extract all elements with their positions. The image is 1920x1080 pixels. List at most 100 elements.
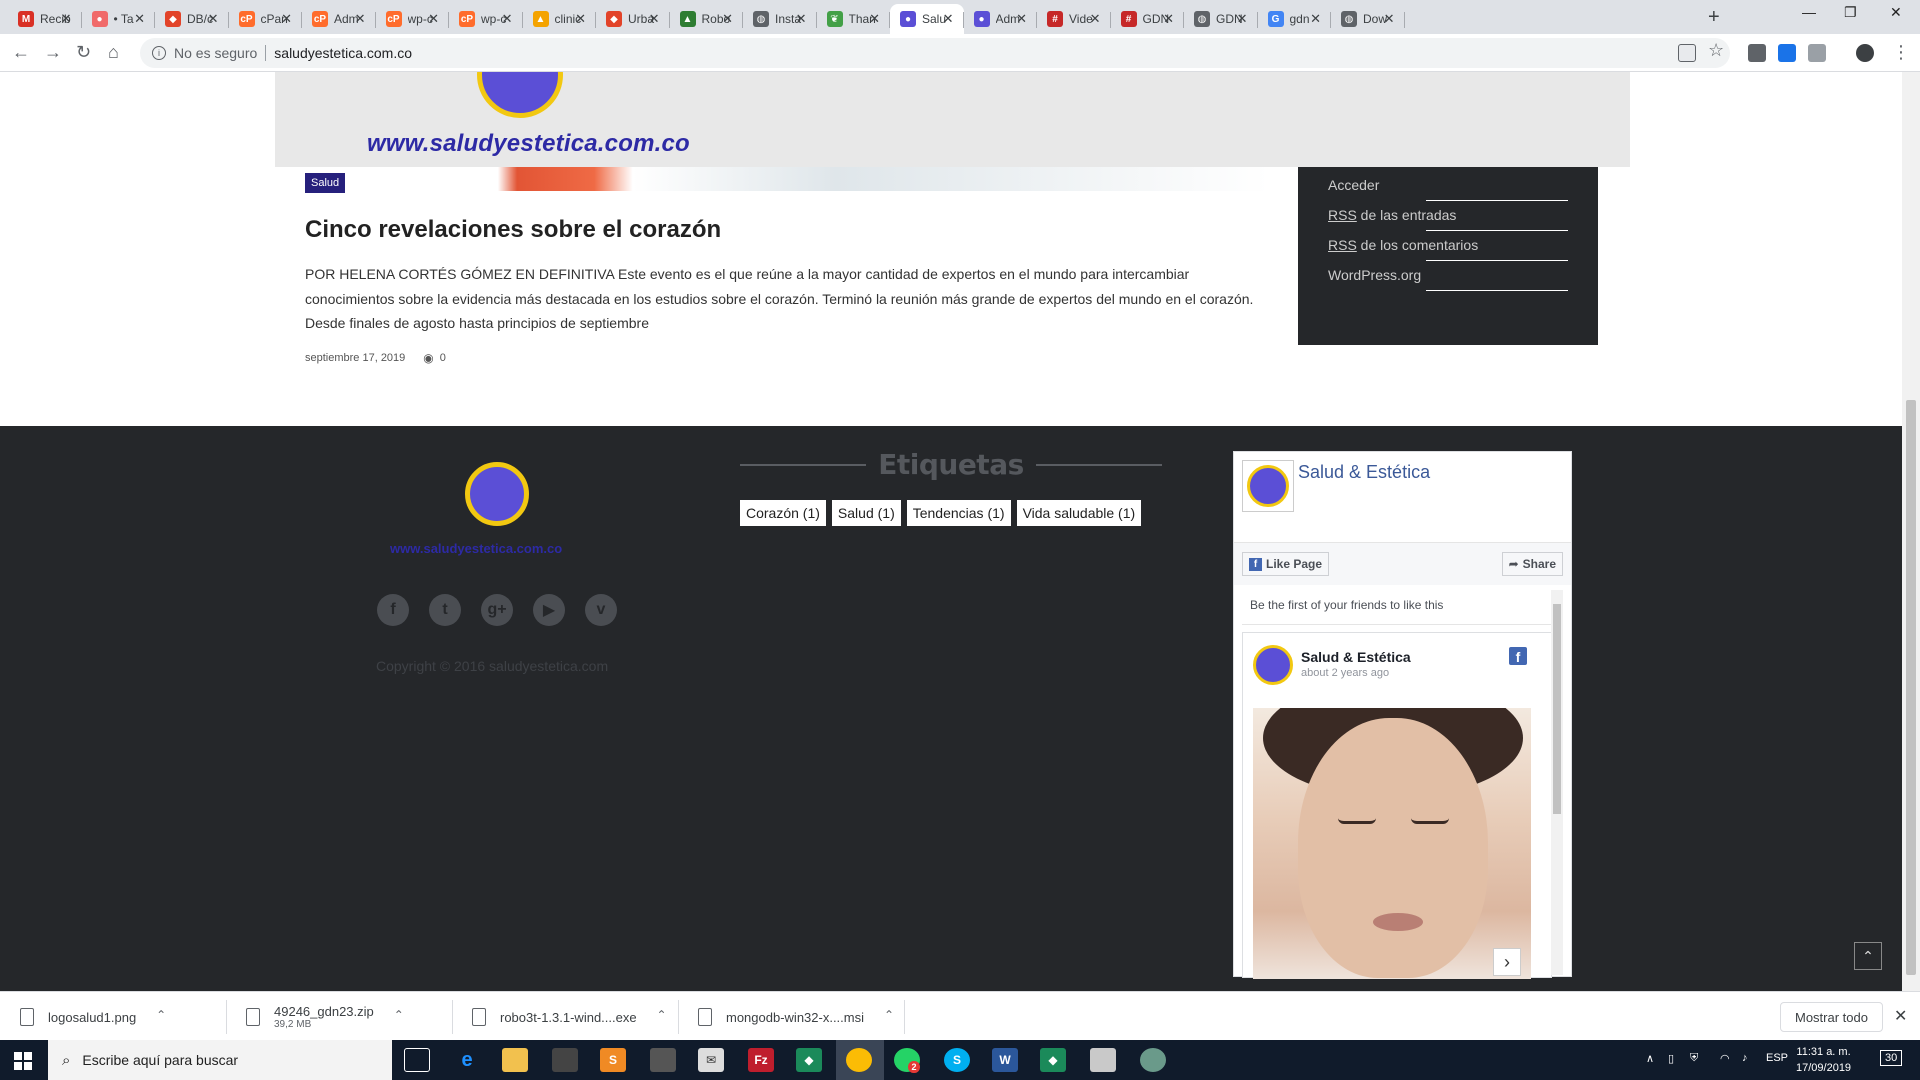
new-tab-button[interactable]: + bbox=[1708, 6, 1720, 29]
browser-tab[interactable]: ◆ Urba ✕ bbox=[596, 4, 670, 34]
translate-icon[interactable] bbox=[1678, 44, 1696, 62]
close-tab-icon[interactable]: ✕ bbox=[281, 11, 292, 27]
browser-tab[interactable]: # Vide ✕ bbox=[1037, 4, 1111, 34]
browser-tab[interactable]: M Recib ✕ bbox=[8, 4, 82, 34]
close-tab-icon[interactable]: ✕ bbox=[869, 11, 880, 27]
footer-logo-url[interactable]: www.saludyestetica.com.co bbox=[390, 541, 562, 556]
close-tab-icon[interactable]: ✕ bbox=[722, 11, 733, 27]
info-icon[interactable]: i bbox=[152, 46, 166, 60]
fb-post-photo[interactable]: › bbox=[1253, 708, 1531, 979]
browser-tab[interactable]: ▲ clinic ✕ bbox=[523, 4, 596, 34]
article-featured-image[interactable] bbox=[305, 167, 1269, 191]
article-title[interactable]: Cinco revelaciones sobre el corazón bbox=[305, 216, 721, 244]
browser-tab[interactable]: ◍ Dow ✕ bbox=[1331, 4, 1405, 34]
facebook-icon[interactable]: f bbox=[1509, 647, 1527, 665]
word-icon[interactable]: W bbox=[992, 1048, 1018, 1072]
notifications-icon[interactable]: 30 bbox=[1880, 1050, 1903, 1066]
task-view-icon[interactable] bbox=[404, 1048, 430, 1072]
language-indicator[interactable]: ESP bbox=[1766, 1052, 1788, 1064]
windows-start-icon[interactable] bbox=[14, 1052, 32, 1070]
close-tab-icon[interactable]: ✕ bbox=[1090, 11, 1101, 27]
edge-icon[interactable]: e bbox=[454, 1048, 480, 1072]
close-tab-icon[interactable]: ✕ bbox=[575, 11, 586, 27]
close-tab-icon[interactable]: ✕ bbox=[502, 11, 513, 27]
wifi-icon[interactable]: ◠ bbox=[1720, 1052, 1730, 1065]
mail-icon[interactable]: ✉ bbox=[698, 1048, 724, 1072]
browser-tab[interactable]: cP wp-c ✕ bbox=[449, 4, 523, 34]
chrome-icon[interactable] bbox=[846, 1048, 872, 1072]
calculator-icon[interactable] bbox=[552, 1048, 578, 1072]
facebook-icon[interactable]: f bbox=[377, 594, 409, 626]
sidebar-link-acceder[interactable]: Acceder bbox=[1328, 177, 1379, 193]
store-icon[interactable] bbox=[650, 1048, 676, 1072]
google-plus-icon[interactable]: g+ bbox=[481, 594, 513, 626]
menu-icon[interactable]: ⋮ bbox=[1892, 42, 1910, 63]
browser-tab[interactable]: ● Salu ✕ bbox=[890, 4, 964, 34]
show-all-downloads-button[interactable]: Mostrar todo bbox=[1780, 1002, 1883, 1032]
close-tab-icon[interactable]: ✕ bbox=[1384, 11, 1395, 27]
file-explorer-icon[interactable] bbox=[502, 1048, 528, 1072]
whatsapp-icon[interactable]: 2 bbox=[894, 1048, 920, 1073]
category-badge[interactable]: Salud bbox=[305, 173, 346, 193]
close-tab-icon[interactable]: ✕ bbox=[1237, 11, 1248, 27]
browser-tab[interactable]: ▲ Robo ✕ bbox=[670, 4, 743, 34]
chevron-up-icon[interactable]: ∧ bbox=[1646, 1052, 1654, 1065]
address-bar[interactable]: i No es seguro saludyestetica.com.co bbox=[140, 38, 1730, 68]
site-logo-url[interactable]: www.saludyestetica.com.co bbox=[367, 130, 690, 158]
tag-link[interactable]: Tendencias (1) bbox=[906, 500, 1011, 526]
download-item[interactable]: 49246_gdn23.zip 39,2 MB ⌃ bbox=[246, 1000, 404, 1034]
extension-shield-icon[interactable] bbox=[1808, 44, 1826, 62]
fb-page-name[interactable]: Salud & Estética bbox=[1298, 462, 1430, 483]
back-icon[interactable]: ← bbox=[12, 42, 30, 63]
home-icon[interactable]: ⌂ bbox=[108, 42, 119, 63]
fb-post-author[interactable]: Salud & Estética bbox=[1301, 649, 1411, 665]
fb-share-button[interactable]: ➦ Share bbox=[1501, 552, 1563, 576]
maximize-button[interactable]: ❐ bbox=[1844, 4, 1857, 21]
close-tab-icon[interactable]: ✕ bbox=[134, 11, 145, 27]
close-tab-icon[interactable]: ✕ bbox=[208, 11, 219, 27]
footer-logo-icon[interactable] bbox=[465, 462, 529, 526]
site-logo-icon[interactable] bbox=[477, 72, 563, 118]
chevron-up-icon[interactable]: ⌃ bbox=[156, 1008, 166, 1022]
browser-tab[interactable]: ◍ GDN ✕ bbox=[1184, 4, 1258, 34]
sidebar-link-rss-comments[interactable]: RSS de los comentarios bbox=[1328, 237, 1478, 253]
close-tab-icon[interactable]: ✕ bbox=[1163, 11, 1174, 27]
robo3t-icon[interactable] bbox=[1140, 1048, 1166, 1072]
profile-avatar[interactable] bbox=[1856, 44, 1874, 62]
taskbar-search[interactable]: ⌕ Escribe aquí para buscar bbox=[48, 1040, 392, 1080]
minimize-button[interactable]: — bbox=[1802, 4, 1816, 20]
browser-tab[interactable]: # GDN ✕ bbox=[1111, 4, 1184, 34]
skype-icon[interactable]: S bbox=[944, 1048, 970, 1072]
close-tab-icon[interactable]: ✕ bbox=[428, 11, 439, 27]
youtube-icon[interactable]: ▶ bbox=[533, 594, 565, 626]
close-window-button[interactable]: ✕ bbox=[1890, 4, 1902, 21]
browser-tab[interactable]: ● Adm ✕ bbox=[964, 4, 1037, 34]
fb-post-time[interactable]: about 2 years ago bbox=[1301, 667, 1389, 679]
reload-icon[interactable]: ↻ bbox=[76, 42, 91, 63]
filezilla-icon[interactable]: Fz bbox=[748, 1048, 774, 1072]
fb-page-avatar[interactable] bbox=[1242, 460, 1294, 512]
tag-link[interactable]: Vida saludable (1) bbox=[1016, 500, 1142, 526]
close-tab-icon[interactable]: ✕ bbox=[943, 11, 954, 27]
download-item[interactable]: mongodb-win32-x....msi ⌃ bbox=[698, 1000, 894, 1034]
clock[interactable]: 11:31 a. m. 17/09/2019 bbox=[1796, 1044, 1851, 1076]
close-tab-icon[interactable]: ✕ bbox=[355, 11, 366, 27]
close-tab-icon[interactable]: ✕ bbox=[1016, 11, 1027, 27]
browser-tab[interactable]: ◍ Insta ✕ bbox=[743, 4, 817, 34]
browser-tab[interactable]: cP cPan ✕ bbox=[229, 4, 302, 34]
browser-tab[interactable]: ◆ DB/c ✕ bbox=[155, 4, 229, 34]
volume-icon[interactable]: ♪ bbox=[1742, 1052, 1748, 1064]
tag-link[interactable]: Salud (1) bbox=[831, 500, 901, 526]
twitter-icon[interactable]: t bbox=[429, 594, 461, 626]
browser-tab[interactable]: cP wp-c ✕ bbox=[376, 4, 449, 34]
chevron-up-icon[interactable]: ⌃ bbox=[884, 1008, 894, 1022]
bookmark-star-icon[interactable]: ☆ bbox=[1708, 40, 1724, 61]
close-tab-icon[interactable]: ✕ bbox=[649, 11, 660, 27]
forward-icon[interactable]: → bbox=[44, 42, 62, 63]
sublime-icon[interactable]: S bbox=[600, 1048, 626, 1072]
tag-link[interactable]: Corazón (1) bbox=[740, 500, 826, 526]
browser-tab[interactable]: ● • Ta ✕ bbox=[82, 4, 155, 34]
close-tab-icon[interactable]: ✕ bbox=[1310, 11, 1321, 27]
close-tab-icon[interactable]: ✕ bbox=[796, 11, 807, 27]
page-scrollbar[interactable] bbox=[1902, 72, 1920, 991]
